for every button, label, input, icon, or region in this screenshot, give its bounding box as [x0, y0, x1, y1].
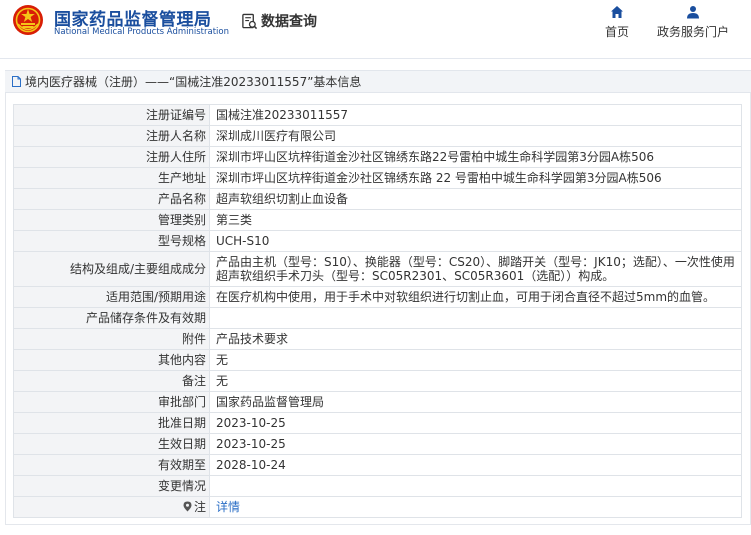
table-row: 产品储存条件及有效期: [13, 307, 742, 329]
row-value: 2028-10-24: [209, 454, 742, 476]
national-emblem-icon: [13, 5, 43, 35]
row-label: 适用范围/预期用途: [13, 286, 210, 308]
data-query-link[interactable]: 数据查询: [241, 11, 317, 31]
row-value: 无: [209, 370, 742, 392]
table-row: 有效期至 2028-10-24: [13, 454, 742, 476]
nav-gov-service[interactable]: 政务服务门户: [654, 5, 732, 40]
table-row: 审批部门 国家药品监督管理局: [13, 391, 742, 413]
table-row: 产品名称 超声软组织切割止血设备: [13, 188, 742, 210]
row-value: 深圳成川医疗有限公司: [209, 125, 742, 147]
header-divider: [0, 58, 751, 59]
row-value: 深圳市坪山区坑梓街道金沙社区锦绣东路 22 号雷柏中城生命科学园第3分园A栋50…: [209, 167, 742, 189]
table-row: 注册人名称 深圳成川医疗有限公司: [13, 125, 742, 147]
row-label: 产品储存条件及有效期: [13, 307, 210, 329]
row-label: 注册人住所: [13, 146, 210, 168]
row-label: 变更情况: [13, 475, 210, 497]
row-value: 详情: [209, 496, 742, 518]
table-row: 型号规格 UCH-S10: [13, 230, 742, 252]
detail-table: 注册证编号 国械注准20233011557 注册人名称 深圳成川医疗有限公司 注册人…: [13, 104, 742, 518]
breadcrumb-text: 境内医疗器械（注册）——“国械注准20233011557”基本信息: [25, 75, 362, 89]
row-label: 审批部门: [13, 391, 210, 413]
breadcrumb: 境内医疗器械（注册）——“国械注准20233011557”基本信息: [5, 70, 751, 93]
table-row: 附件 产品技术要求: [13, 328, 742, 350]
row-value: [209, 307, 742, 329]
row-value: UCH-S10: [209, 230, 742, 252]
table-row: 批准日期 2023-10-25: [13, 412, 742, 434]
row-label: 生效日期: [13, 433, 210, 455]
home-icon: [611, 6, 623, 18]
table-row: 管理类别 第三类: [13, 209, 742, 231]
row-label: 附件: [13, 328, 210, 350]
row-label: 备注: [13, 370, 210, 392]
row-value: 无: [209, 349, 742, 371]
row-value: 第三类: [209, 209, 742, 231]
row-label-note: 注: [13, 496, 210, 518]
row-value: 国家药品监督管理局: [209, 391, 742, 413]
row-value: 产品由主机（型号：S10）、换能器（型号：CS20）、脚踏开关（型号：JK10；…: [209, 251, 742, 287]
table-row: 注册人住所 深圳市坪山区坑梓街道金沙社区锦绣东路22号雷柏中城生命科学园第3分园A…: [13, 146, 742, 168]
table-row: 生产地址 深圳市坪山区坑梓街道金沙社区锦绣东路 22 号雷柏中城生命科学园第3分园…: [13, 167, 742, 189]
row-label: 型号规格: [13, 230, 210, 252]
row-value: 超声软组织切割止血设备: [209, 188, 742, 210]
table-row: 结构及组成/主要组成成分 产品由主机（型号：S10）、换能器（型号：CS20）、脚…: [13, 251, 742, 287]
row-label: 有效期至: [13, 454, 210, 476]
row-label-text: 注: [193, 500, 206, 514]
row-label: 注册证编号: [13, 104, 210, 126]
document-icon: [12, 76, 21, 87]
nav-home[interactable]: 首页: [602, 5, 632, 40]
table-row: 注册证编号 国械注准20233011557: [13, 104, 742, 126]
row-value: 国械注准20233011557: [209, 104, 742, 126]
row-value: 产品技术要求: [209, 328, 742, 350]
row-value: 2023-10-25: [209, 412, 742, 434]
site-header: 国家药品监督管理局 National Medical Products Admi…: [0, 0, 751, 50]
details-link[interactable]: 详情: [216, 500, 240, 514]
data-query-label: 数据查询: [261, 14, 317, 30]
row-label: 其他内容: [13, 349, 210, 371]
row-label: 产品名称: [13, 188, 210, 210]
table-row: 注 详情: [13, 496, 742, 518]
document-search-icon: [242, 13, 258, 29]
row-value: 深圳市坪山区坑梓街道金沙社区锦绣东路22号雷柏中城生命科学园第3分园A栋506: [209, 146, 742, 168]
table-row: 变更情况: [13, 475, 742, 497]
row-label: 管理类别: [13, 209, 210, 231]
row-value: 2023-10-25: [209, 433, 742, 455]
row-label: 批准日期: [13, 412, 210, 434]
row-label: 结构及组成/主要组成成分: [13, 251, 210, 287]
row-label: 注册人名称: [13, 125, 210, 147]
table-row: 备注无: [13, 370, 742, 392]
brand-subtitle: National Medical Products Administration: [54, 27, 229, 37]
user-icon: [687, 6, 699, 19]
map-pin-icon: [183, 501, 192, 512]
nav-home-label: 首页: [604, 25, 629, 39]
table-row: 适用范围/预期用途 在医疗机构中使用，用于手术中对软组织进行切割止血，可用于闭合直…: [13, 286, 742, 308]
table-row: 其他内容无: [13, 349, 742, 371]
nav-gov-label: 政务服务门户: [656, 25, 729, 39]
row-value: [209, 475, 742, 497]
table-row: 生效日期 2023-10-25: [13, 433, 742, 455]
row-label: 生产地址: [13, 167, 210, 189]
row-value: 在医疗机构中使用，用于手术中对软组织进行切割止血，可用于闭合直径不超过5mm的血…: [209, 286, 742, 308]
